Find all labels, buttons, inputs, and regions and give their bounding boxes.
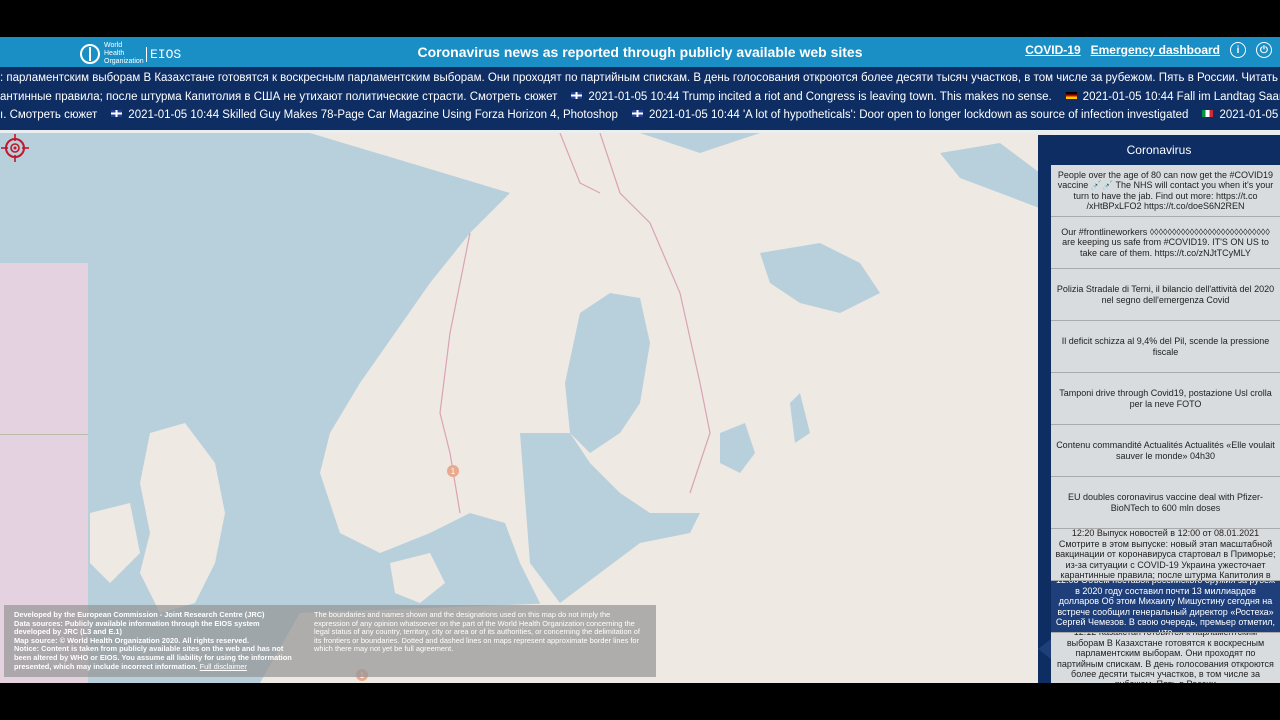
flag-gb-icon	[631, 110, 643, 118]
cluster-count: 1	[451, 467, 456, 476]
ticker-item-text: 2021-01-05 10:44 Skilled Guy Makes 78-Pa…	[128, 109, 618, 121]
info-icon[interactable]: i	[1230, 42, 1246, 58]
disclaimer-line-2: Data sources: Publicly available informa…	[14, 618, 260, 637]
news-item-text: Polizia Stradale di Terni, il bilancio d…	[1056, 284, 1275, 305]
ticker-item[interactable]: 2021-01-05 10:44 F	[1202, 109, 1280, 121]
ticker-row-1: : парламентским выборам В Казахстане гот…	[0, 72, 1280, 90]
ticker-item[interactable]: 2021-01-05 10:44 Skilled Guy Makes 78-Pa…	[111, 109, 618, 121]
news-item[interactable]: 12:20 Выпуск новостей в 12:00 от 08.01.2…	[1051, 529, 1280, 581]
header-bar: World Health Organization EIOS Coronavir…	[0, 37, 1280, 67]
flag-it-icon	[1202, 110, 1214, 118]
ticker-item-text: 2021-01-05 10:44 Trump incited a riot an…	[588, 91, 1052, 103]
news-item-text: 12:12 Казахстан готовится к парламентски…	[1057, 633, 1274, 683]
flag-de-icon	[1065, 92, 1077, 100]
ireland-land	[90, 503, 140, 583]
news-item-text: EU doubles coronavirus vaccine deal with…	[1067, 492, 1264, 513]
news-side-panel: Coronavirus People over the age of 80 ca…	[1038, 135, 1280, 683]
boundary-disclaimer: The boundaries and names shown and the d…	[304, 605, 656, 677]
ticker-item[interactable]: 2021-01-05 10:44 'A lot of hypotheticals…	[631, 109, 1189, 121]
power-icon[interactable]: ⏻	[1256, 42, 1272, 58]
news-item[interactable]: Tamponi drive through Covid19, postazion…	[1051, 373, 1280, 425]
ticker-item-text: ı. Смотреть сюжет	[0, 109, 98, 121]
disclaimer-line-4: Notice: Content is taken from publicly a…	[14, 644, 292, 671]
news-item-text: Contenu commandité Actualités Actualités…	[1056, 440, 1275, 461]
ticker-item[interactable]: антинные правила; после штурма Капитолия…	[0, 91, 557, 103]
data-source-disclaimer: Developed by the European Commission - J…	[4, 605, 304, 677]
news-item-text: Tamponi drive through Covid19, postazion…	[1059, 388, 1272, 409]
news-panel-title: Coronavirus	[1126, 143, 1192, 157]
news-item-text: Our #frontlineworkers ◊◊◊◊◊◊◊◊◊◊◊◊◊◊◊◊◊◊…	[1061, 226, 1270, 258]
news-item-text: 12:08 Объем поставок российского оружия …	[1055, 581, 1276, 633]
crosshair-icon[interactable]	[0, 133, 30, 163]
europe-map: 1 1	[90, 133, 1052, 683]
ticker-item-text: : парламентским выборам В Казахстане гот…	[0, 72, 1280, 84]
full-disclaimer-link[interactable]: Full disclaimer	[200, 662, 247, 671]
news-item[interactable]: Contenu commandité Actualités Actualités…	[1051, 425, 1280, 477]
news-item-selected[interactable]: 12:08 Объем поставок российского оружия …	[1051, 581, 1280, 633]
flag-gb-icon	[571, 92, 583, 100]
news-ticker: : парламентским выборам В Казахстане гот…	[0, 67, 1280, 130]
ticker-row-3: ı. Смотреть сюжет 2021-01-05 10:44 Skille…	[0, 109, 1280, 127]
ticker-item[interactable]: 2021-01-05 10:44 Fall im Landtag Saar-Ab…	[1065, 91, 1280, 103]
flag-gb-icon	[111, 110, 123, 118]
ticker-item-text: антинные правила; после штурма Капитолия…	[0, 91, 558, 103]
ticker-item[interactable]: 2021-01-05 10:44 Trump incited a riot an…	[571, 91, 1052, 103]
ticker-row-2: антинные правила; после штурма Капитолия…	[0, 91, 1280, 109]
news-item-text: 12:20 Выпуск новостей в 12:00 от 08.01.2…	[1055, 529, 1276, 581]
news-item[interactable]: People over the age of 80 can now get th…	[1051, 165, 1280, 217]
ticker-item[interactable]: ı. Смотреть сюжет	[0, 109, 97, 121]
news-item-text: Il deficit schizza al 9,4% del Pil, scen…	[1061, 336, 1270, 357]
news-item[interactable]: EU doubles coronavirus vaccine deal with…	[1051, 477, 1280, 529]
covid-link[interactable]: COVID-19	[1025, 43, 1080, 57]
news-item[interactable]: Il deficit schizza al 9,4% del Pil, scen…	[1051, 321, 1280, 373]
news-list[interactable]: People over the age of 80 can now get th…	[1051, 165, 1280, 683]
news-item[interactable]: 12:12 Казахстан готовится к парламентски…	[1051, 633, 1280, 683]
news-item-text: People over the age of 80 can now get th…	[1057, 169, 1274, 211]
eios-dashboard: World Health Organization EIOS Coronavir…	[0, 37, 1280, 683]
emergency-dashboard-link[interactable]: Emergency dashboard	[1091, 43, 1220, 57]
news-item[interactable]: Polizia Stradale di Terni, il bilancio d…	[1051, 269, 1280, 321]
denmark-land	[390, 553, 445, 603]
map-view[interactable]: 1 1 Developed by the European Commission…	[0, 133, 1052, 683]
left-overlay-panel	[0, 263, 88, 435]
selected-item-pointer	[1038, 639, 1051, 659]
great-britain-land	[140, 423, 225, 613]
ticker-item-text: 2021-01-05 10:44 'A lot of hypotheticals…	[648, 109, 1189, 121]
ticker-item-text: 2021-01-05 10:44 F	[1219, 109, 1280, 121]
ticker-item-text: 2021-01-05 10:44 Fall im Landtag Saar-Ab…	[1082, 91, 1280, 103]
ticker-item[interactable]: : парламентским выборам В Казахстане гот…	[0, 72, 1280, 84]
news-item[interactable]: Our #frontlineworkers ◊◊◊◊◊◊◊◊◊◊◊◊◊◊◊◊◊◊…	[1051, 217, 1280, 269]
header-links: COVID-19 Emergency dashboard i ⏻	[1025, 42, 1272, 58]
